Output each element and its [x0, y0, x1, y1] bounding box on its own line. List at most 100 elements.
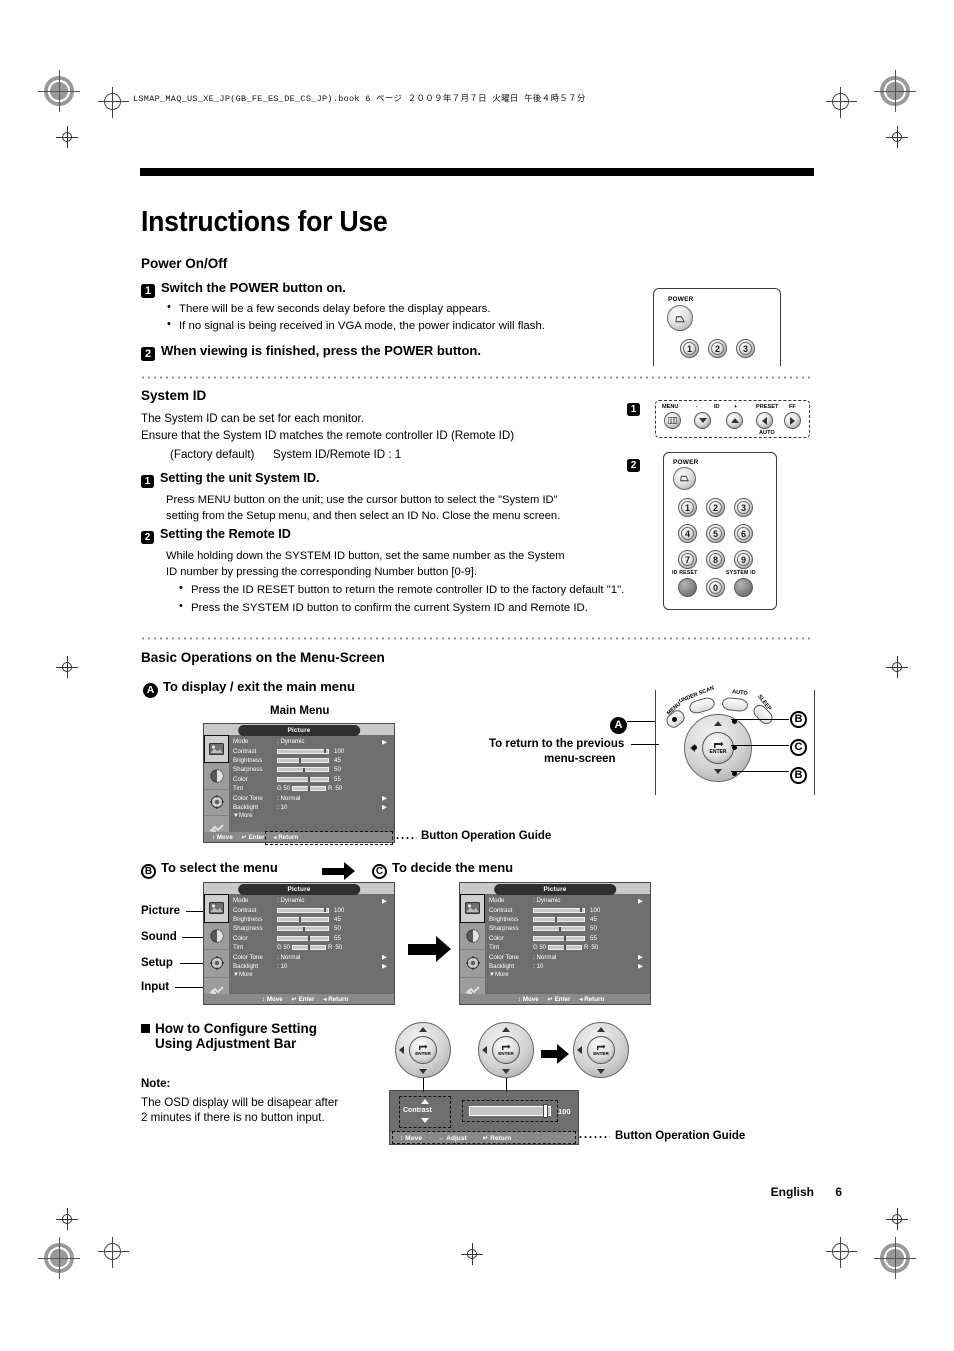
- remote-number-button-4[interactable]: 4: [678, 524, 697, 543]
- osd-slider[interactable]: [533, 935, 585, 941]
- remote-number-button-3[interactable]: 3: [734, 498, 753, 517]
- osd-row-mode[interactable]: Mode : Dynamic ▶: [489, 896, 647, 905]
- remote-number-button-0[interactable]: 0: [706, 578, 725, 597]
- adjustment-slider-knob[interactable]: [543, 1104, 548, 1118]
- osd-icon-picture[interactable]: [204, 735, 229, 763]
- remote-number-button-8[interactable]: 8: [706, 550, 725, 569]
- enter-button[interactable]: ENTER: [587, 1036, 615, 1064]
- auto-button[interactable]: [721, 696, 749, 713]
- remote-number-button-6[interactable]: 6: [734, 524, 753, 543]
- osd-row-backlight[interactable]: Backlight : 10 ▶: [489, 962, 647, 971]
- unit-down-button[interactable]: [694, 412, 711, 429]
- system-id-step-2-body-line-1: While holding down the SYSTEM ID button,…: [166, 550, 565, 562]
- osd-icon-picture[interactable]: [204, 894, 229, 923]
- osd-slider[interactable]: [533, 916, 585, 922]
- unit-up-button[interactable]: [726, 412, 743, 429]
- osd-icon-sound[interactable]: [204, 763, 229, 790]
- osd-row-mode[interactable]: Mode : Dynamic ▶: [233, 896, 391, 905]
- unit-ff-button[interactable]: [784, 412, 801, 429]
- remote-number-button-2[interactable]: 2: [706, 498, 725, 517]
- osd-slider[interactable]: [277, 748, 329, 754]
- osd-slider[interactable]: [533, 926, 585, 932]
- osd-row-color[interactable]: Color 55: [489, 934, 647, 943]
- osd-icon-sound[interactable]: [204, 923, 229, 950]
- osd-icon-setup[interactable]: [204, 950, 229, 978]
- osd-icon-sound[interactable]: [460, 923, 485, 950]
- osd-slider[interactable]: [277, 935, 329, 941]
- osd-row-contrast[interactable]: Contrast 100: [233, 746, 391, 755]
- osd-slider[interactable]: [292, 945, 327, 951]
- osd-icon-setup[interactable]: [460, 950, 485, 978]
- osd-row-brightness[interactable]: Brightness 45: [233, 756, 391, 765]
- remote-number-button-1[interactable]: 1: [680, 339, 699, 358]
- osd-slider[interactable]: [277, 767, 329, 773]
- gear-icon: [209, 795, 224, 810]
- osd-row-tint[interactable]: Tint G 50 R 50: [233, 943, 391, 952]
- flow-arrow-2: [408, 936, 451, 962]
- osd-slider[interactable]: [292, 786, 327, 792]
- remote-number-button-2[interactable]: 2: [708, 339, 727, 358]
- main-menu-caption: Main Menu: [270, 705, 330, 717]
- adjustment-slider[interactable]: [469, 1106, 551, 1116]
- osd-slider[interactable]: [533, 907, 585, 913]
- osd-row-tint[interactable]: Tint G 50 R 50: [489, 943, 647, 952]
- power-button[interactable]: ⏢: [667, 305, 693, 331]
- unit-preset-button[interactable]: [756, 412, 773, 429]
- nav-left-icon: [577, 1046, 582, 1054]
- remote-number-button-5[interactable]: 5: [706, 524, 725, 543]
- callout-line-b-top: [731, 719, 789, 721]
- osd-slider[interactable]: [277, 776, 329, 782]
- osd-slider[interactable]: [277, 916, 329, 922]
- step-number-badge: 1: [141, 284, 155, 298]
- osd-row-color[interactable]: Color 55: [233, 775, 391, 784]
- sleep-button[interactable]: [750, 702, 776, 727]
- enter-button[interactable]: ENTER: [702, 732, 734, 764]
- osd-slider[interactable]: [277, 757, 329, 763]
- system-id-button[interactable]: [734, 578, 753, 597]
- osd-slider[interactable]: [277, 907, 329, 913]
- osd-guide-enter: ↵ Enter: [291, 995, 315, 1003]
- osd-row-backlight[interactable]: Backlight : 10 ▶: [233, 962, 391, 971]
- osd-icon-setup[interactable]: [204, 790, 229, 817]
- osd-slider[interactable]: [277, 926, 329, 932]
- osd-row-contrast[interactable]: Contrast 100: [233, 905, 391, 914]
- osd-row-tint[interactable]: Tint G 50 R 50: [233, 784, 391, 793]
- osd-row-color-tone[interactable]: Color Tone : Normal ▶: [233, 952, 391, 962]
- chevron-right-icon: ▶: [638, 963, 643, 971]
- osd-row-brightness[interactable]: Brightness 45: [233, 915, 391, 924]
- system-id-heading: System ID: [141, 388, 207, 403]
- osd-slider[interactable]: [548, 945, 583, 951]
- osd-row-brightness[interactable]: Brightness 45: [489, 915, 647, 924]
- osd-more-label: More: [238, 813, 253, 820]
- unit-id-minus-label: -: [696, 404, 698, 410]
- osd-more-row[interactable]: ▼More: [233, 972, 391, 978]
- enter-button[interactable]: ENTER: [409, 1036, 437, 1064]
- osd-row-color-tone[interactable]: Color Tone : Normal ▶: [489, 952, 647, 962]
- return-note-line-2: menu-screen: [544, 753, 616, 765]
- power-button[interactable]: ⏢: [673, 467, 696, 490]
- step-marker-b: B: [141, 864, 156, 879]
- unit-menu-button[interactable]: [664, 412, 681, 429]
- remote-number-button-1[interactable]: 1: [678, 498, 697, 517]
- osd-row-sharpness[interactable]: Sharpness 50: [489, 924, 647, 933]
- callout-badge: 2: [627, 459, 640, 472]
- callout-badge: 1: [627, 403, 640, 416]
- osd-row-contrast[interactable]: Contrast 100: [489, 905, 647, 914]
- osd-icon-picture[interactable]: [460, 894, 485, 923]
- osd-item-list: Mode : Dynamic ▶ Contrast 100 Brightness…: [229, 894, 394, 1004]
- osd-more-row[interactable]: ▼More: [233, 813, 391, 819]
- osd-more-row[interactable]: ▼More: [489, 972, 647, 978]
- unit-auto-label: AUTO: [759, 430, 775, 436]
- osd-item-value: 100: [334, 747, 345, 755]
- osd-row-sharpness[interactable]: Sharpness 50: [233, 765, 391, 774]
- remote-number-button-3[interactable]: 3: [736, 339, 755, 358]
- osd-row-color-tone[interactable]: Color Tone : Normal ▶: [233, 793, 391, 803]
- osd-row-sharpness[interactable]: Sharpness 50: [233, 924, 391, 933]
- remote-number-button-9[interactable]: 9: [734, 550, 753, 569]
- id-reset-button[interactable]: [678, 578, 697, 597]
- remote-number-button-7[interactable]: 7: [678, 550, 697, 569]
- osd-row-color[interactable]: Color 55: [233, 934, 391, 943]
- osd-row-mode[interactable]: Mode : Dynamic ▶: [233, 737, 391, 746]
- osd-row-backlight[interactable]: Backlight : 10 ▶: [233, 803, 391, 812]
- enter-button[interactable]: ENTER: [492, 1036, 520, 1064]
